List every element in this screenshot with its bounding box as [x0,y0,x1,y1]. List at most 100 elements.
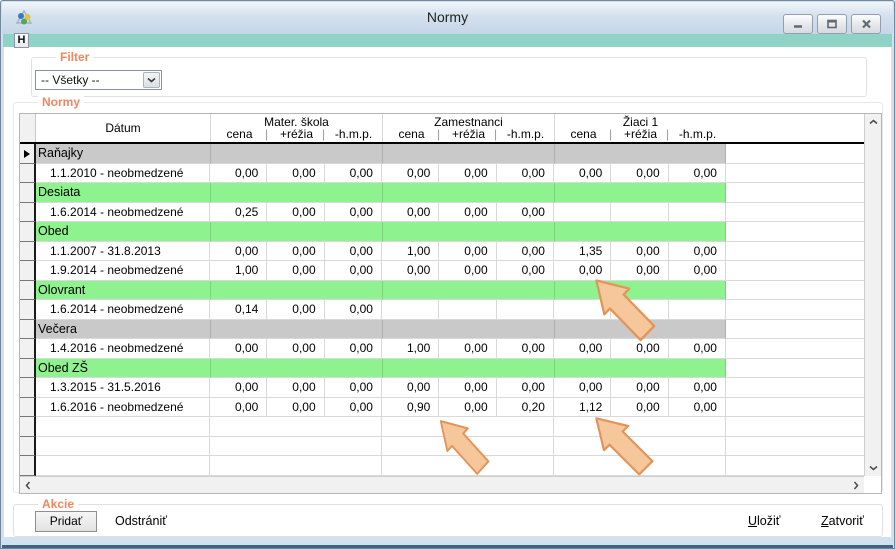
value-cell[interactable]: 0,00 [267,398,324,418]
row-selector[interactable] [20,144,36,164]
row-selector[interactable] [20,320,36,340]
row-selector[interactable] [20,378,36,398]
category-band[interactable] [210,281,382,301]
category-band[interactable] [554,222,726,242]
value-cell[interactable]: 0,00 [439,339,496,359]
row-selector[interactable] [20,242,36,262]
value-cell[interactable]: 0,00 [325,398,382,418]
row-selector[interactable] [20,222,36,242]
value-cell[interactable]: 1,00 [210,261,267,281]
value-cell[interactable]: 0,00 [669,339,726,359]
table-row[interactable]: 1.1.2010 - neobmedzené0,000,000,000,000,… [20,164,864,184]
date-cell[interactable]: 1.9.2014 - neobmedzené [36,261,210,281]
value-cell[interactable]: 0,00 [267,164,324,184]
category-row[interactable]: Desiata [20,183,864,203]
value-cell[interactable]: 1,35 [554,242,611,262]
category-band[interactable] [382,281,554,301]
value-cell[interactable]: 0,00 [325,261,382,281]
value-cell[interactable]: 0,00 [267,300,324,320]
value-cell[interactable] [382,300,439,320]
value-cell[interactable]: 0,00 [325,203,382,223]
scroll-left-button[interactable] [20,477,36,493]
value-cell[interactable]: 0,00 [210,242,267,262]
date-cell[interactable]: 1.1.2007 - 31.8.2013 [36,242,210,262]
row-selector[interactable] [20,281,36,301]
value-cell[interactable]: 0,00 [497,378,554,398]
maximize-button[interactable] [817,14,847,34]
row-selector[interactable] [20,261,36,281]
value-cell[interactable]: 0,00 [382,261,439,281]
table-row[interactable]: 1.4.2016 - neobmedzené0,000,000,001,000,… [20,339,864,359]
category-label-cell[interactable]: Desiata [36,183,210,203]
value-cell[interactable]: 0,00 [325,164,382,184]
value-cell[interactable] [497,300,554,320]
value-cell[interactable]: 1,12 [554,398,611,418]
value-cell[interactable]: 0,00 [554,378,611,398]
category-row[interactable]: Večera [20,320,864,340]
value-cell[interactable]: 0,00 [669,378,726,398]
scroll-down-button[interactable] [865,460,881,476]
value-cell[interactable] [611,300,668,320]
value-cell[interactable]: 0,00 [210,164,267,184]
category-row[interactable]: Obed ZŠ [20,359,864,379]
value-cell[interactable]: 0,25 [210,203,267,223]
row-selector[interactable] [20,417,36,437]
value-cell[interactable]: 0,00 [611,164,668,184]
category-band[interactable] [554,183,726,203]
value-cell[interactable]: 0,00 [497,339,554,359]
table-row[interactable]: 1.9.2014 - neobmedzené1,000,000,000,000,… [20,261,864,281]
value-cell[interactable] [669,300,726,320]
date-cell[interactable]: 1.4.2016 - neobmedzené [36,339,210,359]
value-cell[interactable] [554,300,611,320]
value-cell[interactable]: 0,00 [439,398,496,418]
value-cell[interactable]: 0,00 [439,203,496,223]
value-cell[interactable]: 0,20 [497,398,554,418]
value-cell[interactable]: 0,00 [611,242,668,262]
category-band[interactable] [554,144,726,164]
filter-combobox[interactable]: -- Všetky -- [35,70,162,90]
value-cell[interactable]: 0,00 [439,164,496,184]
category-row[interactable]: Olovrant [20,281,864,301]
category-label-cell[interactable]: Raňajky [36,144,210,164]
scroll-right-button[interactable] [848,477,864,493]
value-cell[interactable]: 0,00 [267,242,324,262]
category-label-cell[interactable]: Obed ZŠ [36,359,210,379]
date-cell[interactable]: 1.6.2016 - neobmedzené [36,398,210,418]
combo-dropdown-button[interactable] [143,72,160,88]
row-selector[interactable] [20,300,36,320]
value-cell[interactable]: 0,00 [611,339,668,359]
category-band[interactable] [210,222,382,242]
horizontal-scrollbar[interactable] [20,476,864,493]
value-cell[interactable]: 0,00 [439,242,496,262]
category-label-cell[interactable]: Obed [36,222,210,242]
scroll-up-button[interactable] [865,114,881,130]
save-button[interactable]: Uložiť [748,514,780,528]
value-cell[interactable]: 0,00 [554,339,611,359]
table-row[interactable]: 1.1.2007 - 31.8.20130,000,000,001,000,00… [20,242,864,262]
category-band[interactable] [554,359,726,379]
category-band[interactable] [554,281,726,301]
value-cell[interactable]: 0,00 [210,398,267,418]
row-selector[interactable] [20,203,36,223]
remove-button[interactable]: Odstrániť [115,514,167,528]
value-cell[interactable]: 0,00 [382,164,439,184]
category-band[interactable] [210,144,382,164]
value-cell[interactable] [611,203,668,223]
value-cell[interactable]: 0,00 [325,378,382,398]
category-band[interactable] [382,222,554,242]
category-band[interactable] [382,359,554,379]
category-band[interactable] [210,320,382,340]
category-band[interactable] [382,144,554,164]
value-cell[interactable]: 0,00 [669,261,726,281]
value-cell[interactable]: 1,00 [382,242,439,262]
value-cell[interactable]: 0,00 [669,398,726,418]
table-row[interactable]: 1.3.2015 - 31.5.20160,000,000,000,000,00… [20,378,864,398]
value-cell[interactable]: 0,00 [210,339,267,359]
minimize-button[interactable] [783,14,813,34]
value-cell[interactable]: 0,00 [267,339,324,359]
close-dialog-button[interactable]: Zatvoriť [821,514,864,528]
value-cell[interactable]: 0,00 [497,203,554,223]
value-cell[interactable] [439,300,496,320]
value-cell[interactable]: 0,14 [210,300,267,320]
row-selector[interactable] [20,339,36,359]
